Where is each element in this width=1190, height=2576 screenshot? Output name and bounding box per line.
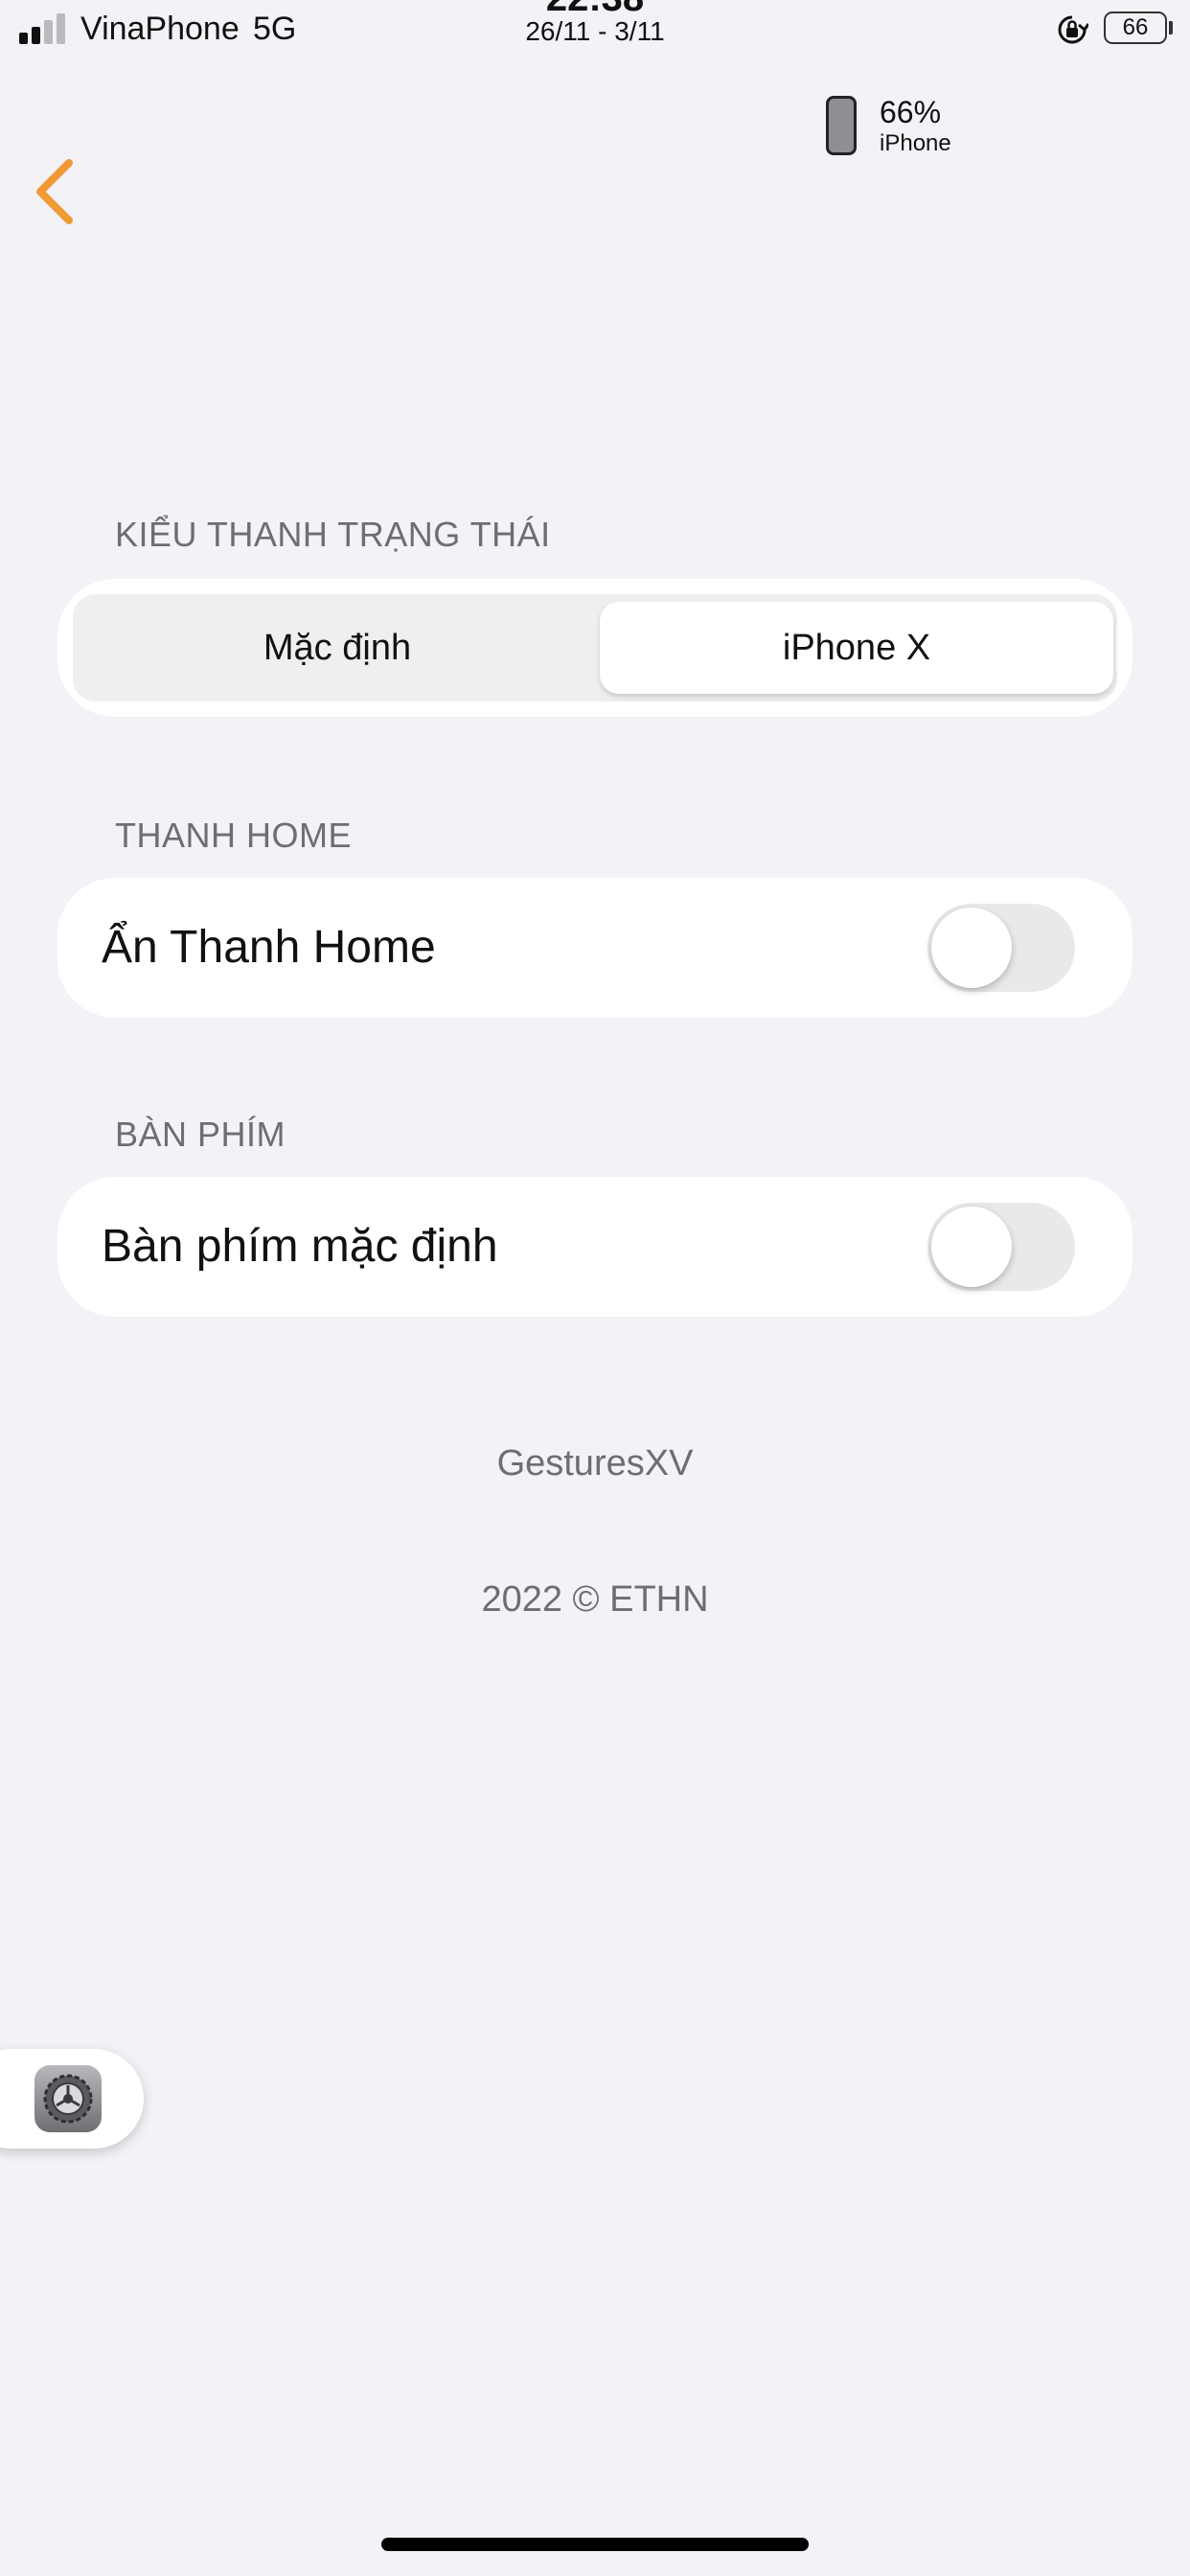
home-indicator[interactable] — [381, 2538, 809, 2551]
section-header-keyboard: BÀN PHÍM — [115, 1115, 286, 1154]
status-bar-style-segmented-control: Mặc định iPhone X — [73, 594, 1117, 702]
battery-tip — [1169, 21, 1173, 34]
app-name: GesturesXV — [496, 1443, 694, 1484]
status-bar: VinaPhone 5G 22:38 26/11 - 3/11 66 — [0, 0, 1190, 58]
toggle-knob — [931, 908, 1012, 988]
settings-gear-icon — [43, 2074, 93, 2124]
copyright-text: 2022 © ETHN — [481, 1579, 709, 1620]
floating-settings-button[interactable] — [0, 2049, 144, 2149]
device-battery-percent: 66% — [880, 95, 942, 129]
toggle-knob — [931, 1207, 1012, 1287]
hide-home-bar-toggle[interactable] — [927, 904, 1075, 992]
section-header-status-bar-style: KIỂU THANH TRẠNG THÁI — [115, 515, 551, 554]
back-button[interactable] — [27, 153, 84, 230]
battery-icon: 66 — [1104, 12, 1167, 44]
default-keyboard-label: Bàn phím mặc định — [102, 1221, 498, 1272]
default-keyboard-row: Bàn phím mặc định — [57, 1177, 1133, 1317]
section-header-home-bar: THANH HOME — [115, 816, 352, 855]
hide-home-bar-row: Ẩn Thanh Home — [57, 878, 1133, 1018]
device-name: iPhone — [880, 130, 951, 156]
iphone-device-icon — [826, 96, 857, 155]
hide-home-bar-label: Ẩn Thanh Home — [102, 922, 436, 973]
segment-iphone-x[interactable]: iPhone X — [600, 602, 1113, 694]
settings-app-icon — [34, 2065, 102, 2132]
default-keyboard-toggle[interactable] — [927, 1203, 1075, 1291]
segment-default[interactable]: Mặc định — [80, 602, 594, 694]
chevron-left-icon — [36, 159, 73, 224]
status-date: 26/11 - 3/11 — [525, 16, 665, 46]
rotation-lock-icon — [1058, 15, 1088, 44]
